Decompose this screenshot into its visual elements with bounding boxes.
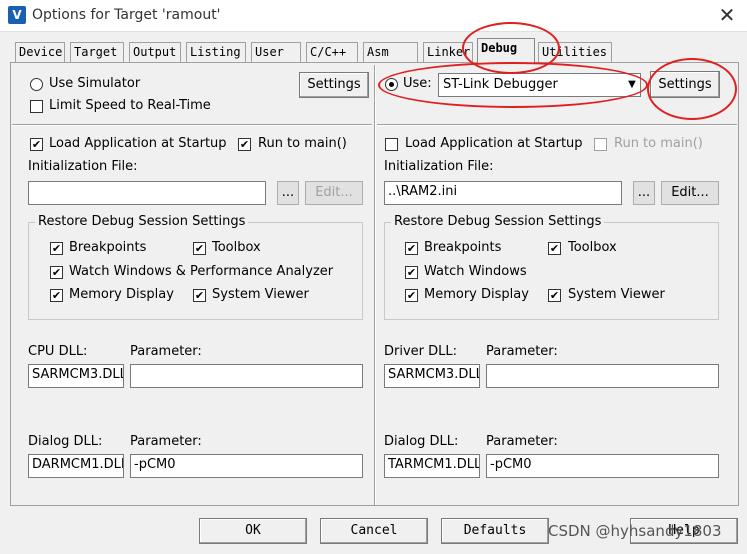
right-run-to-main-label: Run to main() — [614, 136, 703, 151]
left-dialog-dll-input[interactable]: DARMCM1.DLL — [28, 454, 124, 478]
right-breakpoints-label: Breakpoints — [424, 240, 502, 255]
tab-output[interactable]: Output — [129, 42, 181, 62]
window-title: Options for Target 'ramout' — [32, 7, 221, 23]
left-init-file-input[interactable] — [28, 181, 266, 205]
cpu-param-label: Parameter: — [130, 344, 202, 359]
left-dialog-dll-label: Dialog DLL: — [28, 434, 103, 449]
use-simulator-radio[interactable] — [30, 78, 43, 91]
right-watch-windows-checkbox[interactable]: ✔ — [405, 266, 418, 279]
settings-button-highlight — [647, 58, 737, 120]
right-watch-windows-label: Watch Windows — [424, 264, 527, 279]
tab-target[interactable]: Target — [70, 42, 124, 62]
left-run-to-main-checkbox[interactable]: ✔ — [238, 138, 251, 151]
left-separator — [12, 124, 372, 126]
left-dialog-param-input[interactable]: -pCM0 — [130, 454, 363, 478]
right-run-to-main-checkbox[interactable] — [594, 138, 607, 151]
tab-c-cpp[interactable]: C/C++ — [306, 42, 358, 62]
left-system-viewer-checkbox[interactable]: ✔ — [193, 289, 206, 302]
left-restore-title: Restore Debug Session Settings — [35, 214, 249, 229]
cpu-dll-input[interactable]: SARMCM3.DLL — [28, 364, 124, 388]
left-memory-display-checkbox[interactable]: ✔ — [50, 289, 63, 302]
cancel-button[interactable]: Cancel — [320, 518, 428, 544]
left-load-app-checkbox[interactable]: ✔ — [30, 138, 43, 151]
right-toolbox-label: Toolbox — [568, 240, 617, 255]
tab-listing[interactable]: Listing — [186, 42, 246, 62]
left-memory-display-label: Memory Display — [69, 287, 174, 302]
driver-dll-input[interactable]: SARMCM3.DLL — [384, 364, 480, 388]
driver-param-label: Parameter: — [486, 344, 558, 359]
limit-speed-label: Limit Speed to Real-Time — [49, 98, 211, 113]
ok-button[interactable]: OK — [199, 518, 307, 544]
right-init-file-label: Initialization File: — [384, 159, 494, 174]
left-system-viewer-label: System Viewer — [212, 287, 309, 302]
watermark: CSDN @hyhsandy1803 — [548, 522, 722, 540]
right-init-edit-button[interactable]: Edit... — [661, 181, 719, 205]
right-memory-display-checkbox[interactable]: ✔ — [405, 289, 418, 302]
use-simulator-label: Use Simulator — [49, 76, 141, 91]
right-toolbox-checkbox[interactable]: ✔ — [548, 242, 561, 255]
right-dialog-dll-label: Dialog DLL: — [384, 434, 459, 449]
limit-speed-checkbox[interactable] — [30, 100, 43, 113]
right-init-file-input[interactable]: ..\RAM2.ini — [384, 181, 622, 205]
left-toolbox-checkbox[interactable]: ✔ — [193, 242, 206, 255]
column-divider — [374, 65, 376, 505]
right-breakpoints-checkbox[interactable]: ✔ — [405, 242, 418, 255]
right-system-viewer-checkbox[interactable]: ✔ — [548, 289, 561, 302]
defaults-button[interactable]: Defaults — [441, 518, 549, 544]
close-icon[interactable]: ✕ — [716, 4, 738, 26]
left-watch-windows-label: Watch Windows & Performance Analyzer — [69, 264, 334, 279]
right-system-viewer-label: System Viewer — [568, 287, 665, 302]
left-init-file-label: Initialization File: — [28, 159, 138, 174]
right-dialog-param-label: Parameter: — [486, 434, 558, 449]
left-dialog-param-label: Parameter: — [130, 434, 202, 449]
right-init-browse-button[interactable]: ... — [633, 181, 655, 205]
left-init-edit-button[interactable]: Edit... — [305, 181, 363, 205]
right-dialog-dll-input[interactable]: TARMCM1.DLL — [384, 454, 480, 478]
tab-user[interactable]: User — [251, 42, 301, 62]
right-separator — [377, 124, 737, 126]
right-load-app-checkbox[interactable] — [385, 138, 398, 151]
left-run-to-main-label: Run to main() — [258, 136, 347, 151]
tab-asm[interactable]: Asm — [363, 42, 418, 62]
driver-dll-label: Driver DLL: — [384, 344, 458, 359]
app-icon: V — [8, 6, 26, 24]
cpu-dll-label: CPU DLL: — [28, 344, 88, 359]
left-load-app-label: Load Application at Startup — [49, 136, 227, 151]
left-watch-windows-checkbox[interactable]: ✔ — [50, 266, 63, 279]
right-restore-title: Restore Debug Session Settings — [391, 214, 605, 229]
left-init-browse-button[interactable]: ... — [277, 181, 299, 205]
simulator-settings-button[interactable]: Settings — [299, 72, 369, 98]
left-breakpoints-label: Breakpoints — [69, 240, 147, 255]
cpu-param-input[interactable] — [130, 364, 363, 388]
left-toolbox-label: Toolbox — [212, 240, 261, 255]
tab-device[interactable]: Device — [15, 42, 65, 62]
right-memory-display-label: Memory Display — [424, 287, 529, 302]
driver-param-input[interactable] — [486, 364, 719, 388]
left-breakpoints-checkbox[interactable]: ✔ — [50, 242, 63, 255]
debugger-select-highlight — [378, 62, 648, 108]
right-load-app-label: Load Application at Startup — [405, 136, 583, 151]
right-dialog-param-input[interactable]: -pCM0 — [486, 454, 719, 478]
